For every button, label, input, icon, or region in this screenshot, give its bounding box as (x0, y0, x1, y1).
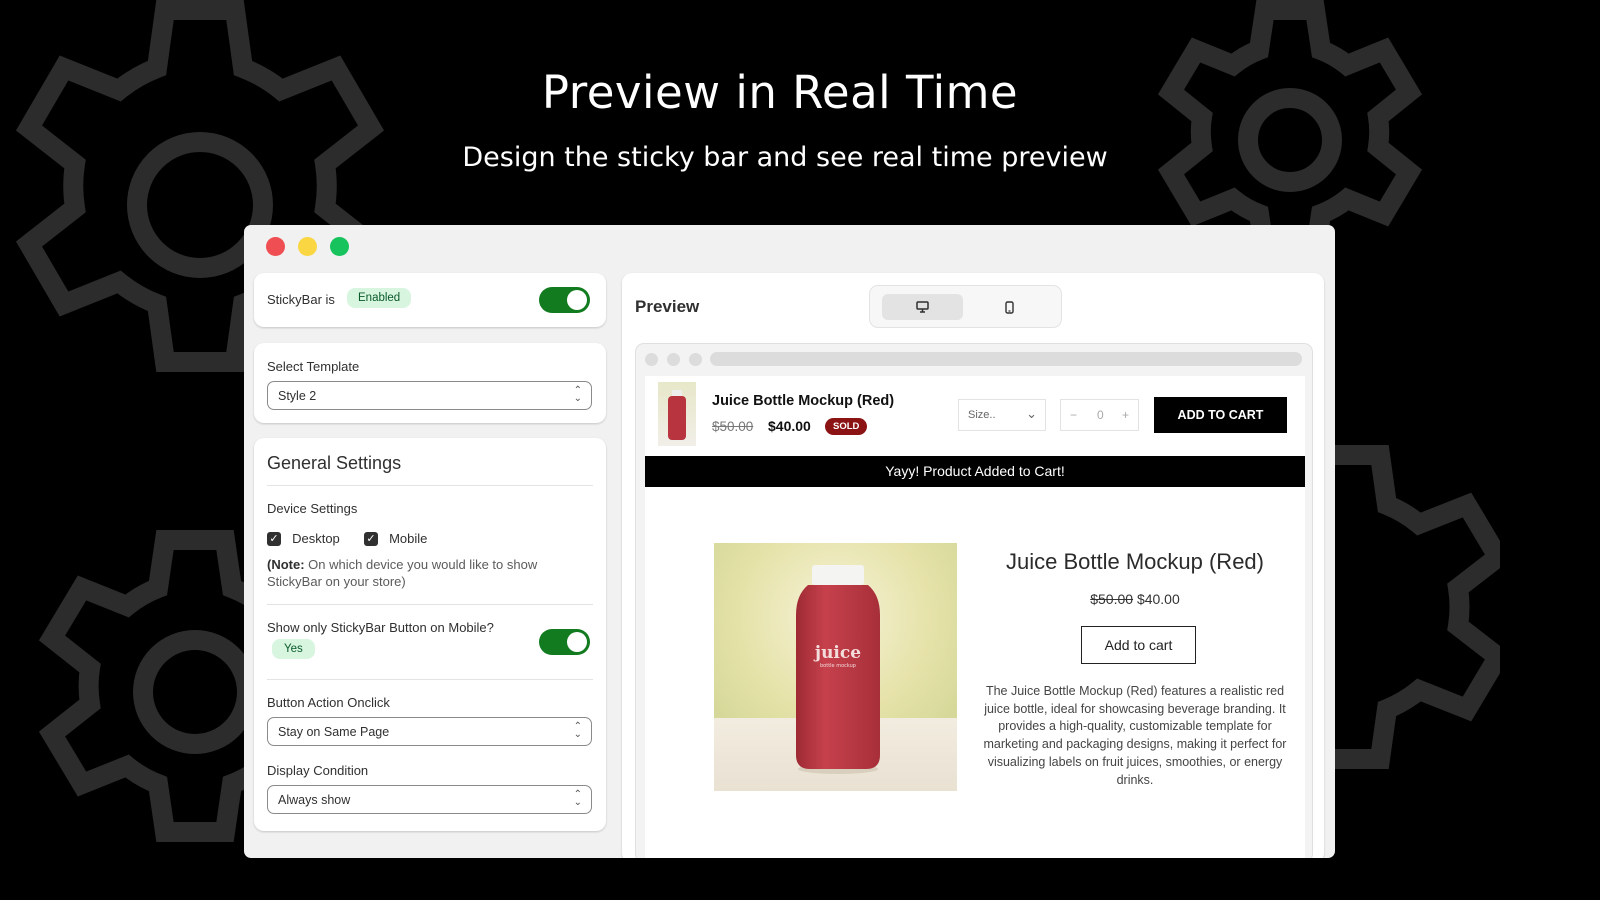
product-description: The Juice Bottle Mockup (Red) features a… (983, 684, 1287, 787)
browser-preview: Juice Bottle Mockup (Red) $50.00 $40.00 … (635, 343, 1313, 858)
window-controls (266, 237, 349, 256)
hero-title: Preview in Real Time (541, 66, 1019, 119)
general-settings-title: General Settings (267, 453, 402, 473)
desktop-checkbox-label: Desktop (292, 531, 340, 546)
product-price: $50.00 $40.00 (979, 591, 1291, 607)
display-condition-value: Always show (278, 793, 351, 807)
hero-subtitle: Design the sticky bar and see real time … (462, 142, 1108, 173)
bottle-label: juice (813, 643, 861, 663)
mobile-button-badge: Yes (272, 639, 315, 659)
browser-dot (645, 353, 658, 366)
preview-title: Preview (635, 297, 700, 316)
product-add-to-cart-button[interactable]: Add to cart (1081, 626, 1196, 664)
device-switcher (869, 285, 1062, 328)
product-current-price: $40.00 (1136, 591, 1180, 607)
browser-dot (689, 353, 702, 366)
desktop-icon (916, 301, 929, 313)
add-to-cart-label: ADD TO CART (1177, 408, 1264, 422)
product-thumbnail (658, 382, 696, 446)
bottle-sublabel: bottle mockup (820, 663, 856, 669)
added-to-cart-banner: Yayy! Product Added to Cart! (645, 456, 1305, 487)
preview-panel: Preview Juice Bottle Mockup (Red) $50.00… (622, 273, 1324, 858)
template-select-value: Style 2 (278, 389, 317, 403)
select-chevron-icon: ⌃ ⌄ (573, 789, 582, 808)
template-select[interactable]: Style 2 ⌃ ⌄ (267, 381, 592, 410)
template-label: Select Template (267, 359, 360, 374)
divider (267, 604, 593, 605)
add-to-cart-button[interactable]: ADD TO CART (1154, 397, 1287, 433)
mobile-view-button[interactable] (969, 294, 1050, 320)
note-prefix: (Note: (267, 557, 305, 572)
product-image: juice bottle mockup (714, 543, 957, 791)
sticky-old-price: $50.00 (712, 419, 754, 434)
general-settings-card: General Settings Device Settings ✓ Deskt… (254, 438, 606, 831)
sticky-product-name: Juice Bottle Mockup (Red) (712, 393, 895, 409)
note-text: On which device you would like to show S… (267, 557, 538, 589)
qty-minus-button[interactable]: − (1070, 408, 1077, 422)
product-title: Juice Bottle Mockup (Red) (1006, 549, 1264, 574)
qty-value: 0 (1097, 408, 1104, 422)
divider (267, 679, 593, 680)
select-chevron-icon: ⌃ ⌄ (573, 385, 582, 404)
select-chevron-icon: ⌃ ⌄ (573, 721, 582, 740)
template-card: Select Template Style 2 ⌃ ⌄ (254, 343, 606, 423)
status-badge: Enabled (347, 288, 412, 308)
checkmark-icon: ✓ (364, 531, 378, 546)
qty-plus-button[interactable]: + (1122, 408, 1129, 422)
quantity-stepper[interactable]: − 0 + (1060, 399, 1139, 431)
mobile-button-toggle[interactable] (539, 629, 590, 655)
app-window: StickyBar is Enabled Select Template Sty… (244, 225, 1335, 858)
address-bar[interactable] (710, 352, 1302, 366)
button-action-label: Button Action Onclick (267, 695, 390, 710)
sold-badge: SOLD (825, 418, 868, 435)
stickybar-status-label: StickyBar is (267, 292, 335, 307)
device-note: (Note: On which device you would like to… (267, 556, 567, 590)
display-condition-select[interactable]: Always show ⌃ ⌄ (267, 785, 592, 814)
toggle-knob (567, 632, 587, 652)
mobile-button-label: Show only StickyBar Button on Mobile? (267, 620, 494, 635)
product-old-price: $50.00 (1090, 591, 1134, 607)
sticky-bar: Juice Bottle Mockup (Red) $50.00 $40.00 … (645, 376, 1305, 456)
stickybar-toggle[interactable] (539, 287, 590, 313)
display-condition-label: Display Condition (267, 763, 369, 778)
mobile-checkbox[interactable]: ✓ Mobile (364, 528, 427, 547)
chevron-down-icon: ⌄ (1026, 406, 1037, 421)
toggle-knob (567, 290, 587, 310)
status-card: StickyBar is Enabled (254, 273, 606, 327)
browser-dot (667, 353, 680, 366)
device-settings-label: Device Settings (267, 501, 358, 516)
minimize-window-button[interactable] (298, 237, 317, 256)
close-window-button[interactable] (266, 237, 285, 256)
store-page: Juice Bottle Mockup (Red) $50.00 $40.00 … (645, 376, 1305, 858)
size-select[interactable]: Size.. ⌄ (958, 399, 1046, 431)
divider (267, 485, 593, 486)
button-action-value: Stay on Same Page (278, 725, 390, 739)
sticky-price: $40.00 (768, 418, 811, 434)
product-add-to-cart-label: Add to cart (1104, 637, 1173, 653)
checkmark-icon: ✓ (267, 531, 281, 546)
desktop-view-button[interactable] (882, 294, 963, 320)
mobile-icon (1005, 300, 1014, 314)
maximize-window-button[interactable] (330, 237, 349, 256)
mobile-checkbox-label: Mobile (389, 531, 428, 546)
button-action-select[interactable]: Stay on Same Page ⌃ ⌄ (267, 717, 592, 746)
desktop-checkbox[interactable]: ✓ Desktop (267, 528, 340, 547)
size-select-value: Size.. (968, 409, 996, 421)
